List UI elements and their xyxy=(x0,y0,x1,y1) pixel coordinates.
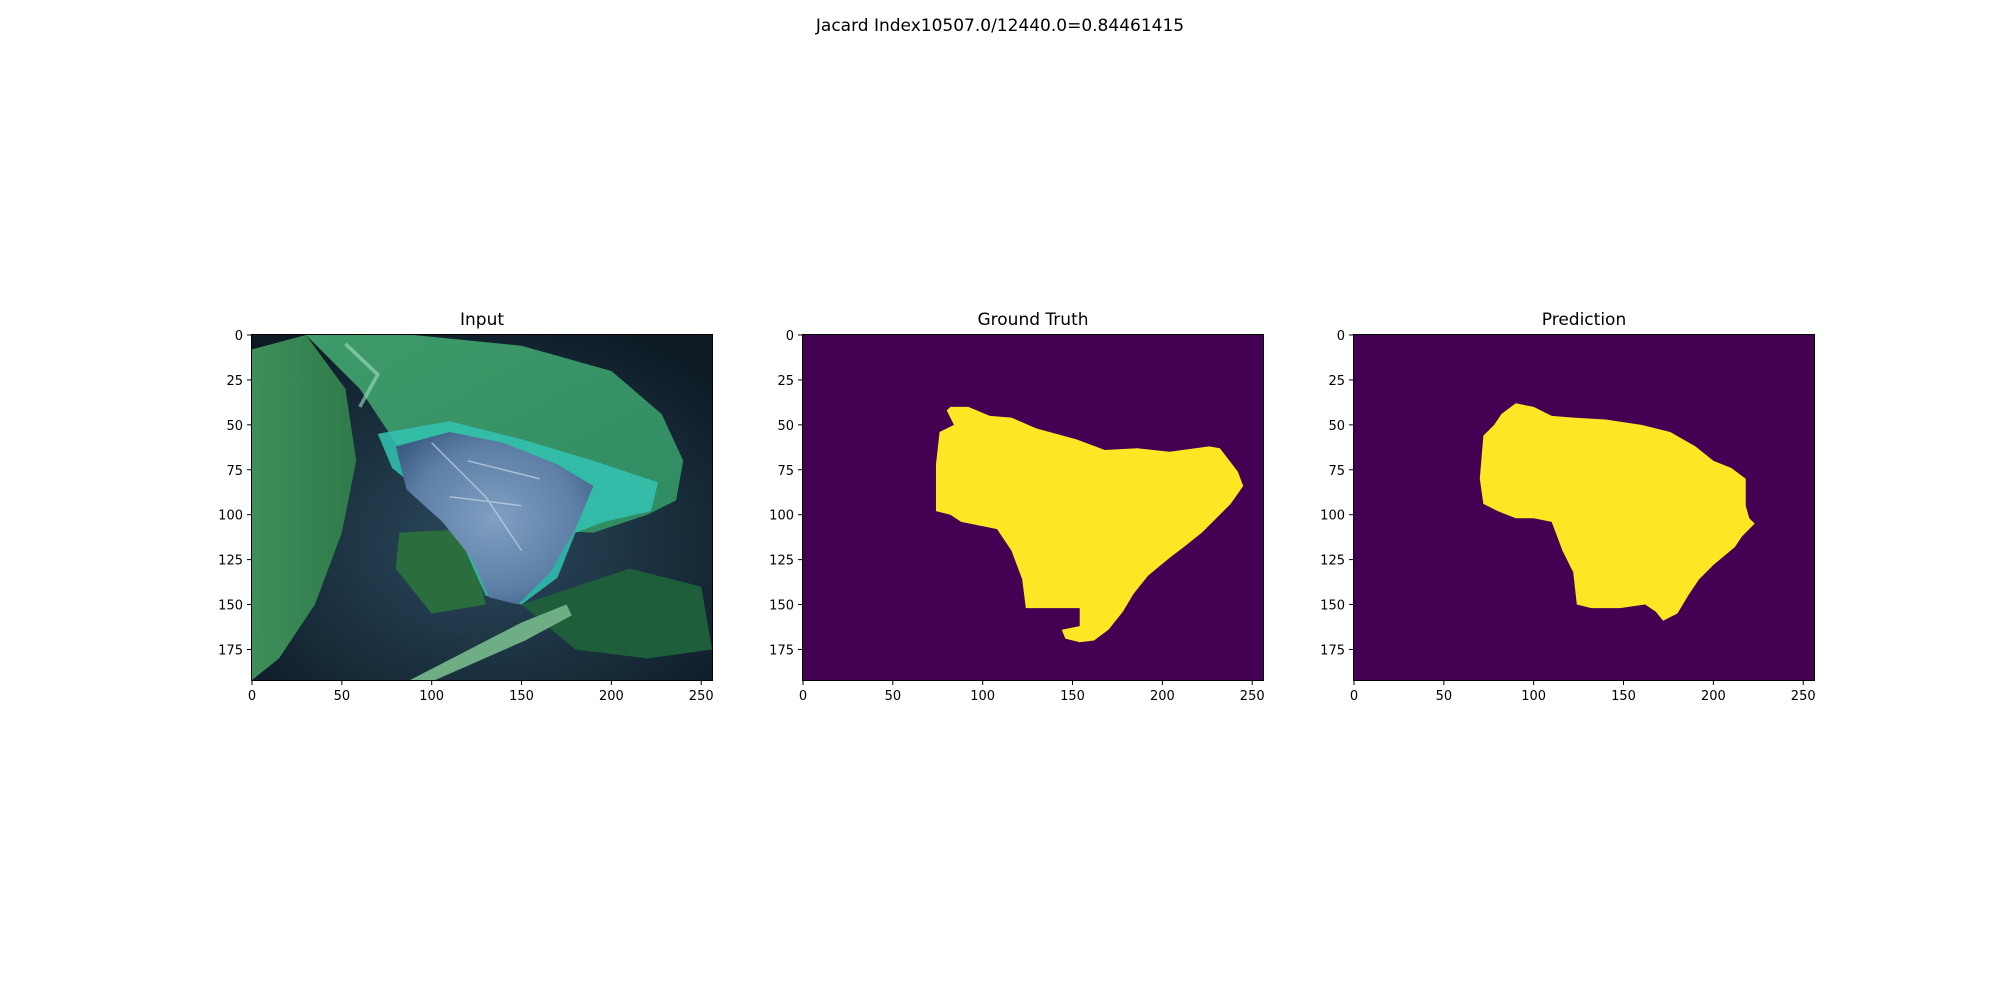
y-tick-label: 150 xyxy=(218,599,243,614)
x-tick-label: 150 xyxy=(1611,689,1636,704)
y-tick-label: 100 xyxy=(769,509,794,524)
x-tick-label: 50 xyxy=(1436,689,1453,704)
x-tick-label: 100 xyxy=(1521,689,1546,704)
y-tick-label: 175 xyxy=(218,643,243,658)
x-tick-label: 100 xyxy=(419,689,444,704)
subplot-ground-truth: Ground Truth 0 50 100 150 200 250 0 25 50 75 100 12… xyxy=(769,305,1264,705)
y-tick-label: 0 xyxy=(235,329,243,344)
subplot-prediction: Prediction 0 50 100 150 200 250 0 25 50 75 100 125 1… xyxy=(1320,305,1815,705)
y-tick-label: 0 xyxy=(786,329,794,344)
y-tick-label: 25 xyxy=(1328,374,1345,389)
y-tick-label: 150 xyxy=(769,599,794,614)
x-tick-label: 250 xyxy=(689,689,714,704)
x-tick-label: 200 xyxy=(599,689,624,704)
x-tick-label: 150 xyxy=(1060,689,1085,704)
y-tick-label: 125 xyxy=(1320,554,1345,569)
x-tick-label: 100 xyxy=(970,689,995,704)
figure-suptitle: Jacard Index10507.0/12440.0=0.84461415 xyxy=(815,16,1185,36)
axis-ticks: 0 50 100 150 200 250 0 25 50 75 100 125 150 175 xyxy=(1320,329,1816,704)
axis-ticks: 0 50 100 150 200 250 0 25 50 75 100 125 150 175 xyxy=(769,329,1265,704)
y-tick-label: 75 xyxy=(777,464,794,479)
y-tick-label: 50 xyxy=(226,419,243,434)
y-tick-label: 175 xyxy=(769,643,794,658)
x-tick-label: 200 xyxy=(1150,689,1175,704)
y-tick-label: 50 xyxy=(1328,419,1345,434)
x-tick-label: 200 xyxy=(1701,689,1726,704)
y-tick-label: 25 xyxy=(226,374,243,389)
x-tick-label: 0 xyxy=(799,689,807,704)
y-tick-label: 75 xyxy=(226,464,243,479)
x-tick-label: 0 xyxy=(248,689,256,704)
x-tick-label: 50 xyxy=(885,689,902,704)
subplot-input: Input 0 50 100 150 200 250 0 25 50 75 10… xyxy=(218,305,713,705)
x-tick-label: 50 xyxy=(334,689,351,704)
y-tick-label: 100 xyxy=(218,509,243,524)
y-tick-label: 25 xyxy=(777,374,794,389)
y-tick-label: 0 xyxy=(1337,329,1345,344)
x-tick-label: 250 xyxy=(1791,689,1816,704)
y-tick-label: 100 xyxy=(1320,509,1345,524)
y-tick-label: 125 xyxy=(769,554,794,569)
y-tick-label: 75 xyxy=(1328,464,1345,479)
y-tick-label: 50 xyxy=(777,419,794,434)
x-tick-label: 0 xyxy=(1350,689,1358,704)
y-tick-label: 125 xyxy=(218,554,243,569)
y-tick-label: 150 xyxy=(1320,599,1345,614)
x-tick-label: 250 xyxy=(1240,689,1265,704)
x-tick-label: 150 xyxy=(509,689,534,704)
axis-ticks: 0 50 100 150 200 250 0 25 50 75 100 125 150 175 xyxy=(218,329,714,704)
y-tick-label: 175 xyxy=(1320,643,1345,658)
